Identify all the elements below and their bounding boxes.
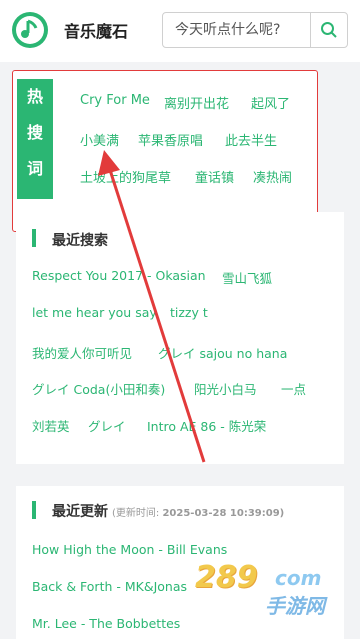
hot-tag[interactable]: 起风了 [251,93,290,112]
update-time-value: 2025-03-28 10:39:09) [162,508,285,519]
header-bar: 音乐魔石 [0,0,360,62]
hot-tag[interactable]: 小美满 [80,130,119,149]
recent-search-item[interactable]: let me hear you say [32,305,157,320]
recent-search-item[interactable]: Respect You 2017 - Okasian [32,268,206,283]
watermark-logo: 289 com 手游网 [195,560,325,618]
recent-search-item[interactable]: 刘若英 [32,416,70,435]
hot-search-card: 热 搜 词 Cry For Me 离别开出花 起风了 小美满 苹果香原唱 此去半… [12,70,318,232]
recent-search-item[interactable]: 我的爱人你可听见 [32,343,132,362]
section-accent-bar [32,229,36,247]
search-input[interactable] [163,13,311,47]
hot-search-label: 热 搜 词 [17,79,53,199]
hot-tag[interactable]: 土坡上的狗尾草 [80,167,171,186]
hot-tag[interactable]: 童话镇 [195,167,234,186]
search-button[interactable] [310,13,347,47]
recent-search-item[interactable]: グレイ [88,416,126,435]
section-accent-bar [32,501,36,519]
search-icon [321,22,337,38]
app-logo-icon [12,12,48,48]
hot-tag[interactable]: 离别开出花 [164,93,229,112]
search-box [162,12,348,48]
recent-search-card: 最近搜索 Respect You 2017 - Okasian 雪山飞狐 let… [16,212,344,464]
hot-tag[interactable]: Cry For Me [80,93,150,108]
recent-updates-title: 最近更新 (更新时间: 2025-03-28 10:39:09) [52,504,285,520]
update-time-label: (更新时间: [112,508,160,519]
recent-search-item[interactable]: Intro AE 86 - 陈光荣 [147,416,266,435]
hot-tag[interactable]: 此去半生 [225,130,277,149]
update-item[interactable]: Mr. Lee - The Bobbettes [32,616,180,631]
recent-search-item[interactable]: 阳光小白马 [194,379,257,398]
recent-search-item[interactable]: グレイ sajou no hana [158,343,287,362]
recent-search-item[interactable]: tizzy t [170,305,208,320]
update-item[interactable]: Back & Forth - MK&Jonas [32,579,187,594]
hot-tag[interactable]: 凑热闹 [253,167,292,186]
recent-search-item[interactable]: 一点 [281,379,306,398]
recent-search-item[interactable]: 雪山飞狐 [222,268,272,287]
app-title: 音乐魔石 [64,22,129,41]
recent-search-title: 最近搜索 [52,233,108,249]
update-item[interactable]: How High the Moon - Bill Evans [32,542,227,557]
recent-search-item[interactable]: グレイ Coda(小田和奏) [32,379,165,398]
hot-tag[interactable]: 苹果香原唱 [138,130,203,149]
